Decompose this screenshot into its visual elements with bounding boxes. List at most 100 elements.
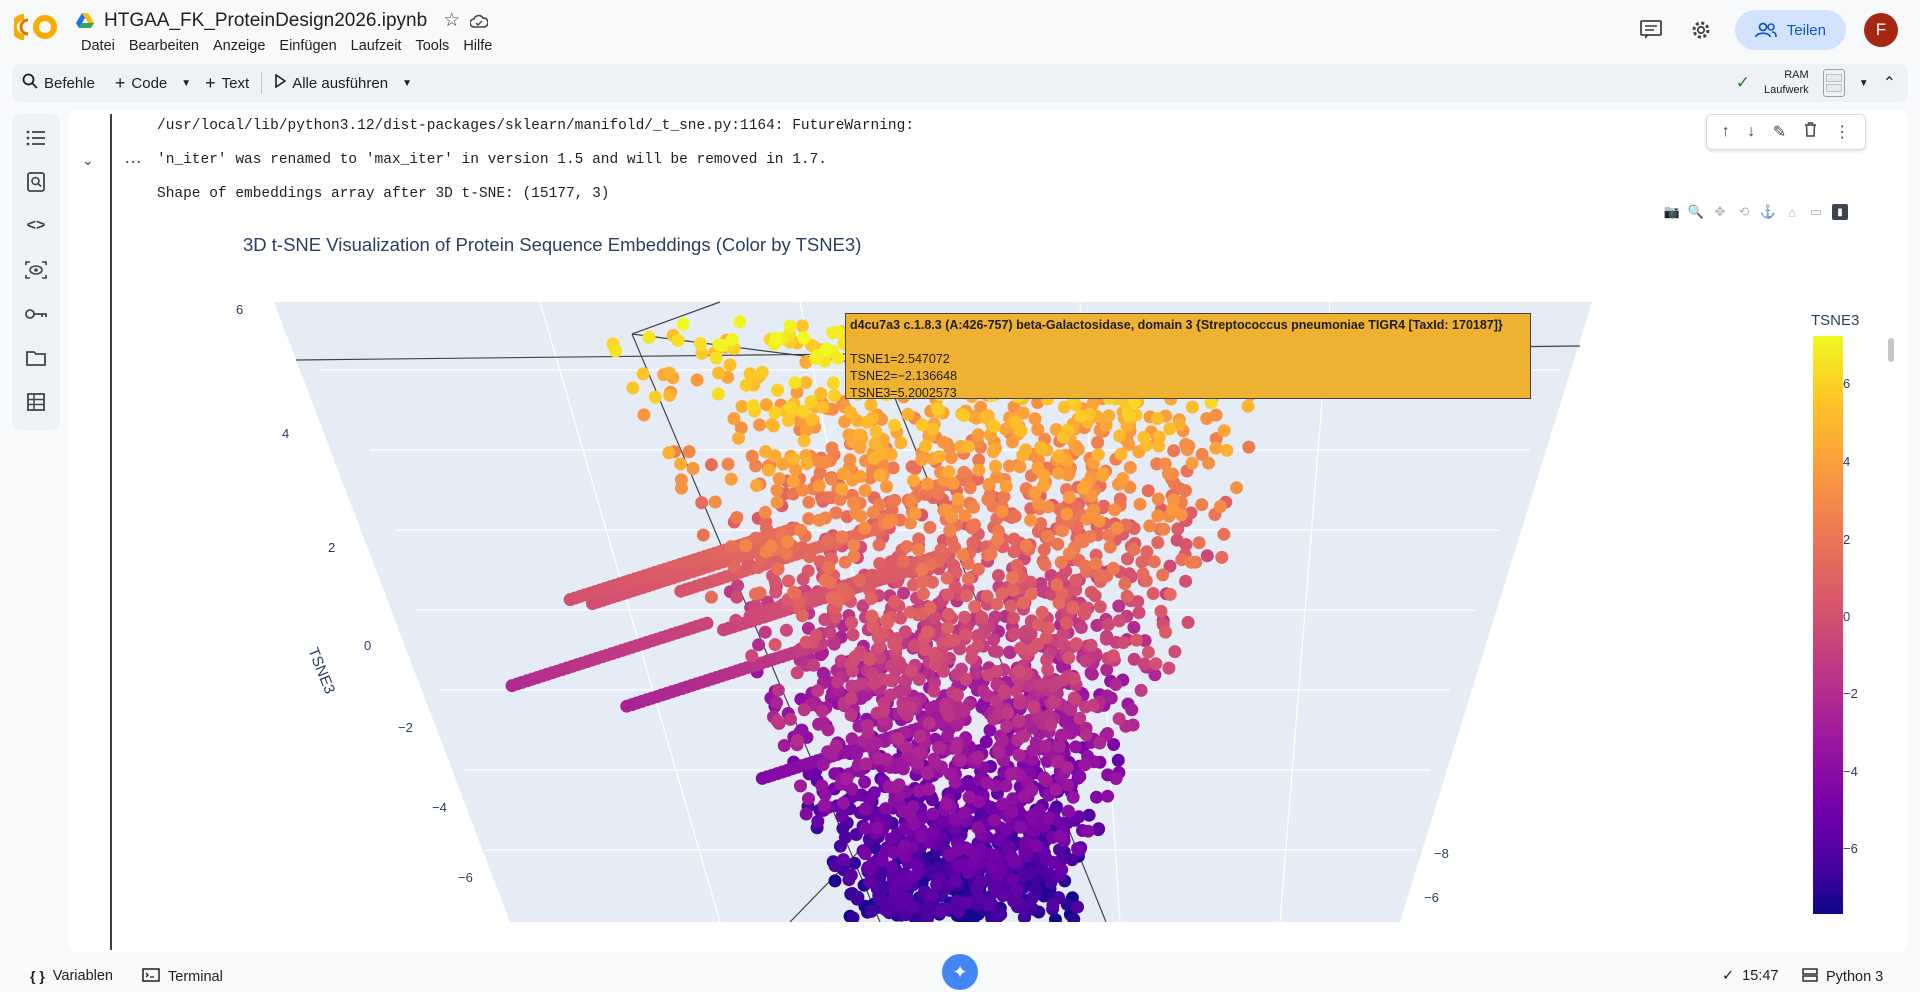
scatter-point[interactable]: [926, 807, 940, 821]
scatter-point[interactable]: [801, 564, 815, 578]
scatter-point[interactable]: [975, 610, 989, 624]
scatter-point[interactable]: [1046, 679, 1060, 693]
scatter-point[interactable]: [1178, 484, 1192, 498]
scatter-point[interactable]: [1114, 447, 1128, 461]
terminal-button[interactable]: Terminal: [142, 968, 223, 986]
scatter-point[interactable]: [1063, 465, 1076, 479]
scatter-point[interactable]: [724, 472, 738, 486]
scatter-point[interactable]: [1101, 789, 1115, 803]
scatter-point[interactable]: [920, 477, 934, 491]
scatter-point[interactable]: [804, 395, 818, 409]
scatter-point[interactable]: [1213, 500, 1227, 513]
scatter-point[interactable]: [872, 538, 886, 552]
scatter-point[interactable]: [1050, 578, 1064, 592]
scatter-point[interactable]: [794, 779, 807, 793]
scatter-point[interactable]: [985, 859, 999, 873]
scatter-point[interactable]: [723, 358, 737, 372]
scatter-point[interactable]: [887, 595, 901, 608]
scatter-point[interactable]: [1037, 479, 1050, 493]
scatter-point[interactable]: [1038, 558, 1052, 572]
scatter-point[interactable]: [735, 400, 749, 413]
scatter-point[interactable]: [815, 704, 829, 718]
scatter-point[interactable]: [1151, 492, 1165, 506]
scatter-point[interactable]: [951, 688, 964, 702]
scatter-point[interactable]: [847, 538, 861, 552]
scatter-point[interactable]: [944, 451, 958, 465]
scatter-point[interactable]: [1012, 664, 1026, 678]
scatter-point[interactable]: [786, 474, 800, 488]
scatter-point[interactable]: [924, 701, 938, 715]
scatter-point[interactable]: [802, 792, 815, 806]
scatter-point[interactable]: [832, 594, 845, 607]
camera-icon[interactable]: 📷: [1664, 204, 1680, 220]
scatter-point[interactable]: [1035, 605, 1049, 619]
commands-button[interactable]: Befehle: [12, 64, 105, 102]
scatter-point[interactable]: [1004, 599, 1018, 613]
scatter-point[interactable]: [962, 790, 976, 804]
scatter-point[interactable]: [890, 780, 904, 794]
output-menu-icon[interactable]: …: [124, 148, 143, 166]
scatter-point[interactable]: [797, 331, 811, 345]
scatter-point[interactable]: [927, 684, 941, 698]
scatter-point[interactable]: [858, 521, 872, 535]
scatter-point[interactable]: [958, 806, 972, 820]
home-icon[interactable]: ⌂: [1784, 204, 1800, 220]
scatter-point[interactable]: [887, 637, 901, 651]
scatter-point[interactable]: [1113, 429, 1127, 443]
scatter-point[interactable]: [1041, 663, 1055, 677]
scatter-point[interactable]: [981, 493, 995, 506]
scatter-point[interactable]: [971, 821, 985, 835]
scatter-point[interactable]: [1120, 589, 1134, 603]
scatter-point[interactable]: [957, 704, 971, 718]
scatter-point[interactable]: [956, 548, 970, 562]
scatter-point[interactable]: [844, 868, 858, 882]
scatter-point[interactable]: [1192, 536, 1206, 550]
scatter-point[interactable]: [675, 481, 688, 495]
scatter-point[interactable]: [1035, 442, 1049, 456]
scatter-point[interactable]: [840, 772, 854, 786]
scatter-point[interactable]: [797, 703, 811, 717]
star-icon[interactable]: ☆: [443, 9, 460, 32]
scatter-point[interactable]: [758, 625, 772, 639]
scatter-point[interactable]: [961, 572, 975, 586]
scatter-point[interactable]: [888, 418, 902, 432]
ram-disk-meter[interactable]: [1822, 69, 1845, 97]
scatter-point[interactable]: [1024, 513, 1038, 527]
scatter-point[interactable]: [746, 399, 760, 413]
scatter-point[interactable]: [915, 575, 929, 589]
scatter-point[interactable]: [901, 407, 915, 421]
scatter-point[interactable]: [1102, 409, 1116, 423]
scatter-point[interactable]: [790, 734, 804, 747]
scatter-point[interactable]: [836, 853, 850, 867]
scatter-point[interactable]: [1127, 620, 1141, 634]
scatter-point[interactable]: [1217, 424, 1231, 438]
scatter-point[interactable]: [827, 389, 841, 403]
scatter-point[interactable]: [933, 905, 947, 919]
scatter-point[interactable]: [1013, 460, 1027, 474]
code-dropdown-button[interactable]: ▼: [177, 64, 195, 102]
scatter-point[interactable]: [917, 587, 930, 601]
scatter-point[interactable]: [772, 472, 786, 486]
scatter-point[interactable]: [941, 588, 955, 602]
scatter-point[interactable]: [1069, 740, 1083, 754]
scatter-point[interactable]: [1025, 891, 1039, 905]
scatter-point[interactable]: [1007, 627, 1021, 641]
scatter-point[interactable]: [999, 479, 1013, 493]
scatter-point[interactable]: [844, 691, 858, 705]
scatter-point[interactable]: [852, 428, 866, 442]
scatter-point[interactable]: [949, 874, 963, 888]
scatter-point[interactable]: [783, 401, 797, 415]
plotly-logo-icon[interactable]: ▮: [1832, 204, 1848, 220]
scatter-point[interactable]: [850, 747, 863, 761]
scatter-point[interactable]: [891, 732, 905, 746]
scatter-point[interactable]: [963, 481, 977, 495]
scatter-point[interactable]: [686, 462, 700, 475]
scatter-point[interactable]: [971, 428, 985, 442]
scatter-point[interactable]: [1078, 607, 1092, 621]
scatter-point[interactable]: [1109, 772, 1123, 785]
scatter-point[interactable]: [1085, 667, 1099, 681]
scatter-point[interactable]: [927, 752, 941, 766]
scatter-point[interactable]: [1163, 587, 1177, 601]
scatter-point[interactable]: [743, 367, 757, 381]
scatter-point[interactable]: [779, 546, 793, 560]
